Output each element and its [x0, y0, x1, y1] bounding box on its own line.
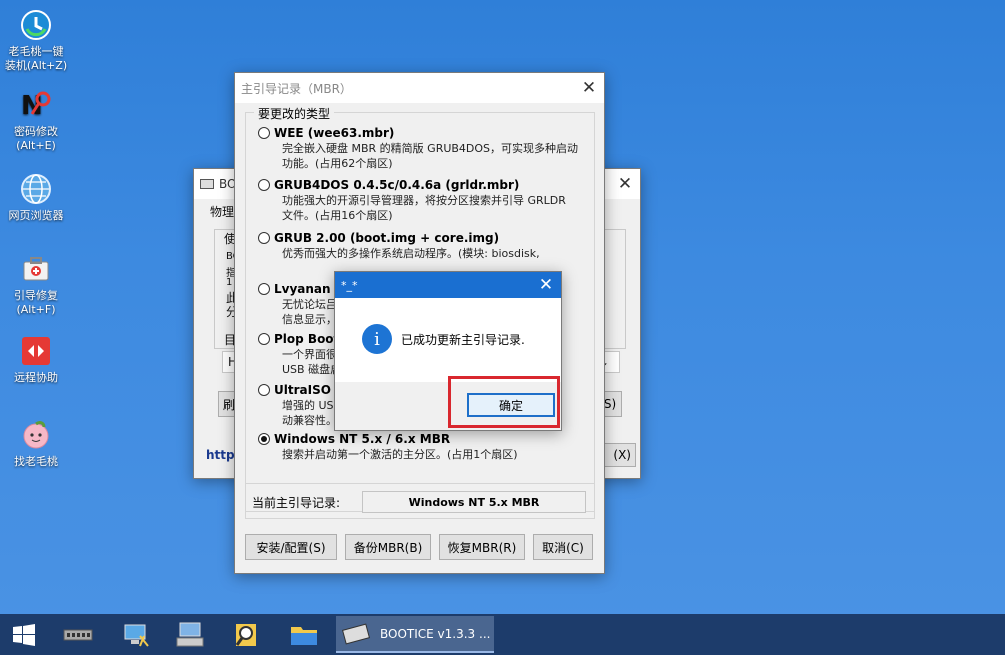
mbr-option[interactable]: GRUB 2.00 (boot.img + core.img) 优秀而强大的多操…: [258, 230, 588, 262]
close-icon[interactable]: ✕: [610, 169, 640, 199]
current-mbr-group: 当前主引导记录: Windows NT 5.x MBR: [245, 483, 595, 519]
option-desc: 优秀而强大的多操作系统启动程序。(模块: biosdisk, part_msdo…: [282, 247, 540, 260]
taskbar-memory-icon[interactable]: [58, 618, 98, 652]
option-name: GRUB 2.00 (boot.img + core.img): [274, 231, 500, 245]
taskbar-task-label: BOOTICE v1.3.3 ...: [380, 626, 491, 641]
taskbar: BOOTICE v1.3.3 ...: [0, 614, 1005, 655]
message-body: i 已成功更新主引导记录.: [335, 298, 561, 382]
close-icon[interactable]: ✕: [574, 73, 604, 103]
radio-button[interactable]: [258, 384, 270, 396]
taskbar-keyboard-icon[interactable]: [170, 618, 210, 652]
option-name: Windows NT 5.x / 6.x MBR: [274, 432, 451, 446]
desktop-icon-label: 引导修复 (Alt+F): [14, 289, 58, 316]
button-fragment: (X): [613, 448, 631, 462]
taskbar-folder-icon[interactable]: [284, 618, 324, 652]
desktop-icon-boot-repair[interactable]: 引导修复 (Alt+F): [2, 252, 70, 317]
mbr-option-selected[interactable]: Windows NT 5.x / 6.x MBR 搜索并启动第一个激活的主分区。…: [258, 431, 588, 462]
desktop-icon-label: 找老毛桃: [14, 455, 58, 468]
radio-button[interactable]: [258, 283, 270, 295]
close-icon[interactable]: ✕: [531, 272, 561, 298]
info-icon: i: [362, 324, 392, 354]
desktop-icon-web-browser[interactable]: 网页浏览器: [2, 172, 70, 223]
message-title: *_*: [341, 278, 358, 292]
radio-button[interactable]: [258, 232, 270, 244]
backup-mbr-button[interactable]: 备份MBR(B): [345, 534, 431, 560]
desktop-icon-password-change[interactable]: N 密码修改 (Alt+E): [2, 88, 70, 153]
radio-button[interactable]: [258, 179, 270, 191]
one-click-install-icon: [19, 8, 53, 42]
bootice-app-icon: [342, 623, 371, 644]
restore-mbr-button[interactable]: 恢复MBR(R): [439, 534, 525, 560]
desktop-icon-label: 老毛桃一键 装机(Alt+Z): [4, 45, 68, 72]
radio-button[interactable]: [258, 127, 270, 139]
boot-repair-icon: [19, 252, 53, 286]
cancel-button[interactable]: 取消(C): [533, 534, 593, 560]
install-config-button[interactable]: 安装/配置(S): [245, 534, 337, 560]
taskbar-bootice-task[interactable]: BOOTICE v1.3.3 ...: [336, 616, 494, 653]
current-mbr-label: 当前主引导记录:: [252, 496, 341, 510]
button-fragment: S): [603, 397, 617, 411]
taskbar-network-icon[interactable]: [116, 618, 156, 652]
desktop-icon-find-laomaotao[interactable]: 找老毛桃: [2, 418, 70, 469]
option-desc: 搜索并启动第一个激活的主分区。(占用1个扇区): [282, 448, 518, 461]
radio-button-selected[interactable]: [258, 433, 270, 445]
web-browser-icon: [19, 172, 53, 206]
message-titlebar[interactable]: *_* ✕: [335, 272, 561, 298]
message-dialog[interactable]: *_* ✕ i 已成功更新主引导记录. 确定: [334, 271, 562, 431]
taskbar-search-icon[interactable]: [226, 618, 266, 652]
option-desc: 完全嵌入硬盘 MBR 的精简版 GRUB4DOS，可实现多种启动 功能。(占用6…: [282, 142, 579, 170]
option-name: GRUB4DOS 0.4.5c/0.4.6a (grldr.mbr): [274, 178, 520, 192]
desktop-icon-label: 密码修改 (Alt+E): [14, 125, 58, 152]
radio-button[interactable]: [258, 333, 270, 345]
desktop-icon-remote-assist[interactable]: 远程协助: [2, 334, 70, 385]
windows-logo-icon: [13, 624, 35, 646]
desktop-icon-label: 远程协助: [14, 371, 58, 384]
group-label: 要更改的类型: [254, 105, 335, 122]
tab-physical[interactable]: 物理: [210, 203, 234, 220]
message-text: 已成功更新主引导记录.: [401, 333, 525, 347]
desktop-icon-label: 网页浏览器: [8, 209, 64, 222]
start-button[interactable]: [4, 618, 44, 652]
panel-fragment: 1: [226, 277, 233, 288]
ok-button[interactable]: 确定: [467, 393, 555, 417]
mbr-option[interactable]: GRUB4DOS 0.4.5c/0.4.6a (grldr.mbr) 功能强大的…: [258, 177, 588, 223]
mbr-titlebar[interactable]: 主引导记录（MBR） ✕: [235, 73, 604, 103]
desktop-icon-one-click-install[interactable]: 老毛桃一键 装机(Alt+Z): [2, 8, 70, 73]
option-desc: 功能强大的开源引导管理器，将按分区搜索并引导 GRLDR 文件。(占用16个扇区…: [282, 194, 566, 222]
remote-assist-icon: [19, 334, 53, 368]
password-change-icon: N: [19, 88, 53, 122]
mbr-option[interactable]: WEE (wee63.mbr) 完全嵌入硬盘 MBR 的精简版 GRUB4DOS…: [258, 125, 588, 171]
option-name: WEE (wee63.mbr): [274, 126, 395, 140]
mbr-title: 主引导记录（MBR）: [241, 81, 352, 96]
find-laomaotao-icon: [19, 418, 53, 452]
bootice-app-icon: [200, 179, 214, 189]
current-mbr-value: Windows NT 5.x MBR: [362, 491, 586, 513]
